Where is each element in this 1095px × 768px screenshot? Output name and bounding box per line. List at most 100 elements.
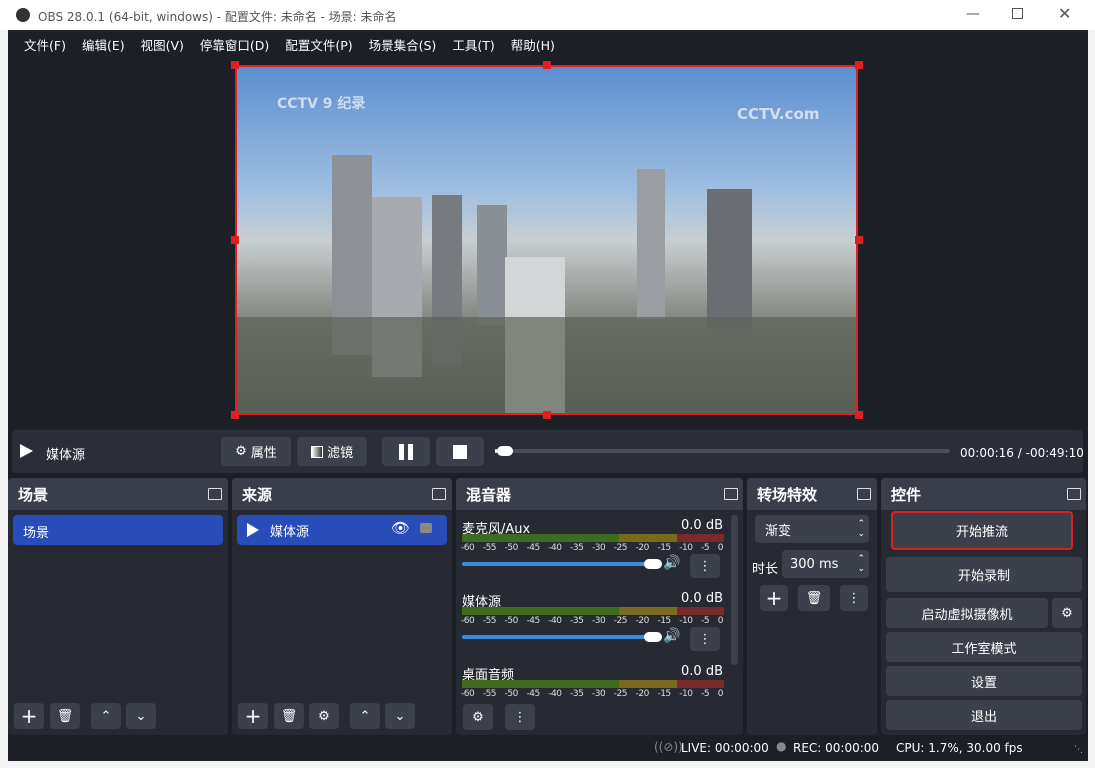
scenes-header: 场景	[8, 478, 228, 510]
volume-slider-handle[interactable]	[644, 559, 662, 569]
settings-label: 设置	[970, 675, 997, 691]
volume-slider[interactable]	[462, 635, 652, 639]
tick-label: -55	[482, 689, 497, 699]
exit-button[interactable]: 退出	[886, 700, 1082, 730]
tick-label: 0	[717, 689, 724, 699]
seek-handle[interactable]	[497, 446, 514, 456]
duration-spinbox[interactable]: 300 ms ⌃ ⌄	[782, 550, 869, 578]
menu-tools[interactable]: 工具(T)	[444, 35, 502, 54]
advanced-audio-button[interactable]: ⚙	[463, 704, 493, 730]
tick-label: -5	[701, 616, 710, 626]
tick-label: -25	[613, 689, 628, 699]
transition-select[interactable]: 渐变 ⌃ ⌄	[755, 515, 869, 543]
undock-icon[interactable]	[724, 488, 738, 500]
tick-label: -40	[548, 689, 562, 699]
tick-label: -50	[504, 616, 519, 626]
menu-file[interactable]: 文件(F)	[16, 35, 74, 54]
transition-menu-button[interactable]: ⋮	[840, 585, 868, 611]
media-seek-slider[interactable]	[495, 446, 950, 456]
meter-ticks: -60 -55 -50 -45 -40 -35 -30 -25 -20 -15 -10 -5 0	[461, 689, 723, 699]
add-scene-button[interactable]: +	[14, 703, 44, 729]
tick-label: -5	[701, 689, 710, 699]
cpu-fps: CPU: 1.7%, 30.00 fps	[896, 741, 1023, 755]
studio-mode-button[interactable]: 工作室模式	[886, 632, 1082, 662]
resize-handle[interactable]	[231, 411, 239, 419]
scene-item[interactable]: 场景	[13, 515, 223, 545]
start-virtual-camera-button[interactable]: 启动虚拟摄像机	[886, 598, 1048, 628]
tick-label: -60	[461, 689, 475, 699]
remove-scene-button[interactable]: 🗑	[50, 703, 80, 729]
meter-ticks: -60 -55 -50 -45 -40 -35 -30 -25 -20 -15 -10 -5 0	[461, 543, 723, 553]
source-item[interactable]: 媒体源 👁	[237, 515, 447, 545]
speaker-icon[interactable]: 🔊	[663, 555, 680, 571]
filters-label: 滤镜	[327, 446, 354, 461]
resize-handle[interactable]	[855, 236, 863, 244]
move-scene-down-button[interactable]: ⌄	[126, 703, 156, 729]
maximize-button[interactable]	[1012, 8, 1023, 19]
elapsed-time: 00:00:16	[960, 446, 1014, 460]
undock-icon[interactable]	[1067, 488, 1081, 500]
cctv9-watermark: CCTV 9 纪录	[277, 96, 366, 112]
menu-docks[interactable]: 停靠窗口(D)	[192, 35, 277, 54]
spin-arrows-icon[interactable]: ⌃ ⌄	[857, 554, 865, 574]
resize-grip-icon[interactable]: ⋱	[1074, 745, 1083, 755]
menu-profile[interactable]: 配置文件(P)	[277, 35, 360, 54]
tick-label: -25	[613, 543, 628, 553]
properties-button[interactable]: ⚙ 属性	[221, 437, 291, 466]
move-source-up-button[interactable]: ⌃	[350, 703, 380, 729]
media-source-name: 媒体源	[46, 448, 86, 463]
status-bar: ((⊘)) LIVE: 00:00:00 ● REC: 00:00:00 CPU…	[8, 737, 1088, 760]
move-source-down-button[interactable]: ⌄	[385, 703, 415, 729]
menu-view[interactable]: 视图(V)	[133, 35, 192, 54]
channel-menu-button[interactable]: ⋮	[690, 554, 720, 578]
tick-label: -15	[657, 616, 671, 626]
virtual-camera-settings-button[interactable]: ⚙	[1052, 598, 1082, 628]
speaker-icon[interactable]: 🔊	[663, 628, 680, 644]
channel-menu-button[interactable]: ⋮	[690, 627, 720, 651]
add-source-button[interactable]: +	[238, 703, 268, 729]
remove-source-button[interactable]: 🗑	[274, 703, 304, 729]
tick-label: -55	[482, 616, 497, 626]
menu-edit[interactable]: 编辑(E)	[74, 35, 133, 54]
stop-button[interactable]	[436, 437, 484, 466]
menu-help[interactable]: 帮助(H)	[503, 35, 563, 54]
pause-button[interactable]	[382, 437, 430, 466]
close-button[interactable]: ✕	[1058, 4, 1071, 23]
undock-icon[interactable]	[432, 488, 446, 500]
volume-meter	[462, 680, 724, 688]
mixer-menu-button[interactable]: ⋮	[505, 704, 535, 730]
menu-scene-collection[interactable]: 场景集合(S)	[361, 35, 445, 54]
tick-label: -55	[482, 543, 497, 553]
play-icon[interactable]	[20, 444, 33, 458]
mixer-scrollbar[interactable]	[731, 515, 738, 665]
resize-handle[interactable]	[231, 236, 239, 244]
resize-handle[interactable]	[543, 411, 551, 419]
volume-slider-handle[interactable]	[644, 632, 662, 642]
add-transition-button[interactable]: +	[760, 585, 788, 611]
scenes-title: 场景	[18, 486, 49, 504]
lock-icon[interactable]	[420, 523, 432, 533]
resize-handle[interactable]	[231, 61, 239, 69]
start-recording-button[interactable]: 开始录制	[886, 557, 1082, 592]
filters-button[interactable]: 滤镜	[297, 437, 367, 466]
duration-value: 300 ms	[790, 556, 839, 572]
minimize-button[interactable]: —	[966, 6, 980, 22]
tick-label: -35	[570, 616, 584, 626]
source-properties-button[interactable]: ⚙	[309, 703, 339, 729]
resize-handle[interactable]	[543, 61, 551, 69]
volume-meter	[462, 534, 724, 542]
settings-button[interactable]: 设置	[886, 666, 1082, 696]
spin-arrows-icon: ⌃ ⌄	[857, 519, 865, 539]
remove-transition-button[interactable]: 🗑	[798, 585, 830, 611]
stream-status-icon: ((⊘))	[654, 740, 683, 754]
preview-video[interactable]: CCTV 9 纪录 CCTV.com	[235, 65, 858, 415]
undock-icon[interactable]	[208, 488, 222, 500]
resize-handle[interactable]	[855, 61, 863, 69]
start-streaming-button[interactable]: 开始推流	[891, 511, 1073, 550]
resize-handle[interactable]	[855, 411, 863, 419]
tick-label: 0	[717, 543, 724, 553]
undock-icon[interactable]	[857, 488, 871, 500]
move-scene-up-button[interactable]: ⌃	[91, 703, 121, 729]
volume-slider[interactable]	[462, 562, 652, 566]
visibility-eye-icon[interactable]: 👁	[391, 519, 410, 537]
